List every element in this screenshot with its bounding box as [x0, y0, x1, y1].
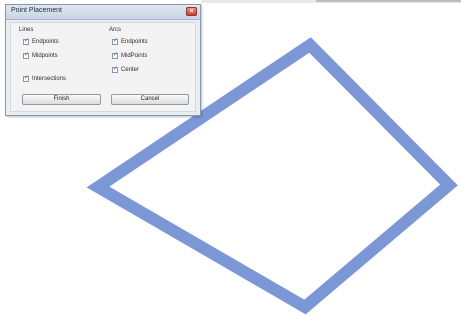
close-button[interactable]: ×	[186, 7, 197, 16]
arcs-midpoints-label: MidPoints	[121, 53, 148, 59]
dialog-body: Lines ✓ Endpoints ✓ Midpoints ✓ Intersec…	[10, 22, 196, 112]
lines-endpoints-checkbox[interactable]: ✓	[23, 37, 30, 45]
arcs-midpoints-checkbox[interactable]: ✓	[112, 51, 119, 59]
arcs-center-checkbox[interactable]: ✓	[112, 65, 119, 73]
arcs-center-option[interactable]: ✓ Center	[112, 65, 140, 74]
lines-intersections-option[interactable]: ✓ Intersections	[23, 74, 67, 83]
lines-midpoints-checkbox[interactable]: ✓	[23, 51, 30, 59]
arcs-endpoints-option[interactable]: ✓ Endpoints	[112, 37, 148, 46]
lines-intersections-label: Intersections	[32, 76, 67, 82]
arcs-endpoints-label: Endpoints	[121, 39, 148, 45]
lines-group-title: Lines	[19, 27, 34, 33]
dialog-title: Point Placement	[11, 7, 62, 14]
lines-intersections-checkbox[interactable]: ✓	[23, 74, 30, 82]
cancel-button[interactable]: Cancel	[111, 94, 189, 105]
arcs-group-title: Arcs	[109, 27, 121, 33]
lines-midpoints-option[interactable]: ✓ Midpoints	[23, 51, 58, 60]
check-icon: ✓	[113, 37, 119, 44]
point-placement-dialog: Point Placement × Lines ✓ Endpoints ✓ Mi…	[5, 4, 201, 116]
check-icon: ✓	[24, 51, 30, 58]
check-icon: ✓	[113, 51, 119, 58]
check-icon: ✓	[24, 37, 30, 44]
check-icon: ✓	[113, 65, 119, 72]
arcs-midpoints-option[interactable]: ✓ MidPoints	[112, 51, 148, 60]
check-icon: ✓	[24, 74, 30, 81]
lines-endpoints-option[interactable]: ✓ Endpoints	[23, 37, 59, 46]
finish-button[interactable]: Finish	[22, 94, 101, 105]
dialog-titlebar[interactable]: Point Placement ×	[6, 5, 200, 20]
arcs-endpoints-checkbox[interactable]: ✓	[112, 37, 119, 45]
drawing-canvas[interactable]: Point Placement × Lines ✓ Endpoints ✓ Mi…	[0, 0, 461, 317]
lines-endpoints-label: Endpoints	[32, 39, 59, 45]
close-icon: ×	[189, 8, 194, 15]
lines-midpoints-label: Midpoints	[32, 53, 58, 59]
arcs-center-label: Center	[121, 67, 140, 73]
